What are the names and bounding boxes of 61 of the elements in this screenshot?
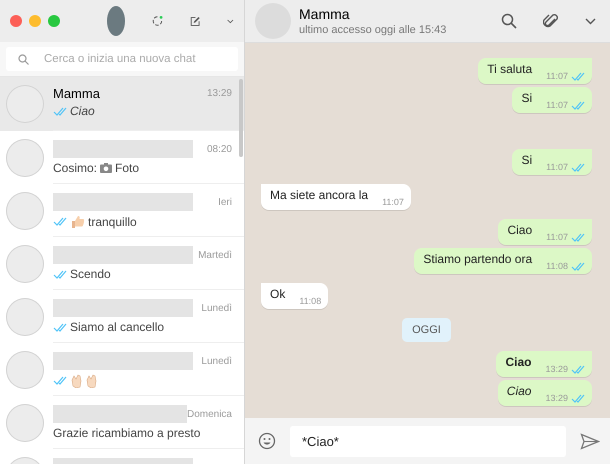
chat-time: Lunedì — [201, 356, 232, 366]
contact-avatar — [6, 138, 44, 176]
message-text: Ma siete ancora la — [270, 188, 368, 204]
chat-time: Ieri — [218, 196, 232, 208]
chevron-down-icon[interactable] — [585, 18, 596, 24]
paperclip-icon[interactable] — [543, 12, 559, 30]
message-time: 11:07 — [546, 232, 568, 242]
message-input[interactable]: *Ciao* — [290, 426, 566, 456]
smiley-icon[interactable] — [258, 432, 276, 450]
chat-time: 13:29 — [206, 88, 232, 99]
chat-name: Mamma — [53, 86, 100, 101]
chat-time: Lunedì — [201, 302, 232, 314]
message-text: Si — [521, 91, 532, 107]
message-text: Ti saluta — [487, 62, 532, 78]
chat-list-item[interactable]: 08:20 Cosimo: Foto — [0, 131, 244, 184]
chat-list-item[interactable]: Mamma 13:29 Ciao — [0, 77, 244, 131]
contact-avatar — [6, 85, 44, 123]
message-time: 11:07 — [546, 71, 568, 81]
chat-list-item[interactable]: Martedì Scendo — [0, 237, 244, 290]
contact-name: Mamma — [299, 6, 351, 22]
contact-avatar — [6, 298, 44, 336]
message-time: 11:07 — [382, 197, 404, 207]
message-time: 13:29 — [545, 364, 568, 374]
message-preview: Ciao — [70, 104, 95, 118]
contact-avatar — [6, 350, 44, 388]
chat-list-item[interactable]: Domenica Grazie ricambiamo a presto — [0, 396, 244, 449]
contact-avatar — [6, 404, 44, 442]
message-time: 11:08 — [546, 261, 568, 271]
message-time: 11:07 — [546, 100, 568, 110]
message-text: Ciao — [505, 355, 532, 371]
message-preview: Grazie ricambiamo a presto — [53, 426, 200, 440]
message-time: 13:29 — [545, 393, 568, 403]
message-preview: Scendo — [70, 267, 111, 281]
message-text: Si — [521, 153, 532, 169]
chat-time: Martedì — [198, 250, 232, 260]
search-field[interactable]: Cerca o inizia una nuova chat — [6, 47, 238, 71]
chat-time: Domenica — [186, 408, 232, 420]
message-preview: Siamo al cancello — [70, 320, 164, 334]
date-separator: OGGI — [402, 318, 451, 342]
search-icon — [18, 54, 29, 65]
message-time: 11:07 — [546, 162, 568, 172]
contact-avatar — [6, 192, 44, 230]
chevron-down-icon[interactable] — [227, 18, 234, 24]
send-icon[interactable] — [580, 432, 600, 450]
scrollbar[interactable] — [239, 79, 243, 157]
search-icon[interactable] — [501, 13, 517, 29]
message-text: Ciao — [507, 223, 532, 239]
message-text: Stiamo partendo ora — [423, 252, 532, 268]
sender-name: Cosimo: — [53, 161, 98, 175]
message-text: Ciao — [506, 384, 532, 400]
contact-avatar — [6, 244, 44, 282]
message-preview: tranquillo — [88, 214, 137, 228]
last-seen-status: ultimo accesso oggi alle 15:43 — [299, 24, 448, 36]
chat-time: 08:20 — [206, 144, 232, 154]
window-close-button[interactable] — [10, 15, 22, 27]
profile-photo-placeholder[interactable] — [107, 6, 126, 36]
message-preview: Foto — [115, 161, 140, 175]
message-time: 11:08 — [299, 296, 322, 306]
chat-list-item[interactable]: Ieri tranquillo — [0, 184, 244, 237]
chat-list-item[interactable]: Lunedì Siamo al cancello — [0, 290, 244, 343]
message-text: Ok — [270, 287, 286, 303]
